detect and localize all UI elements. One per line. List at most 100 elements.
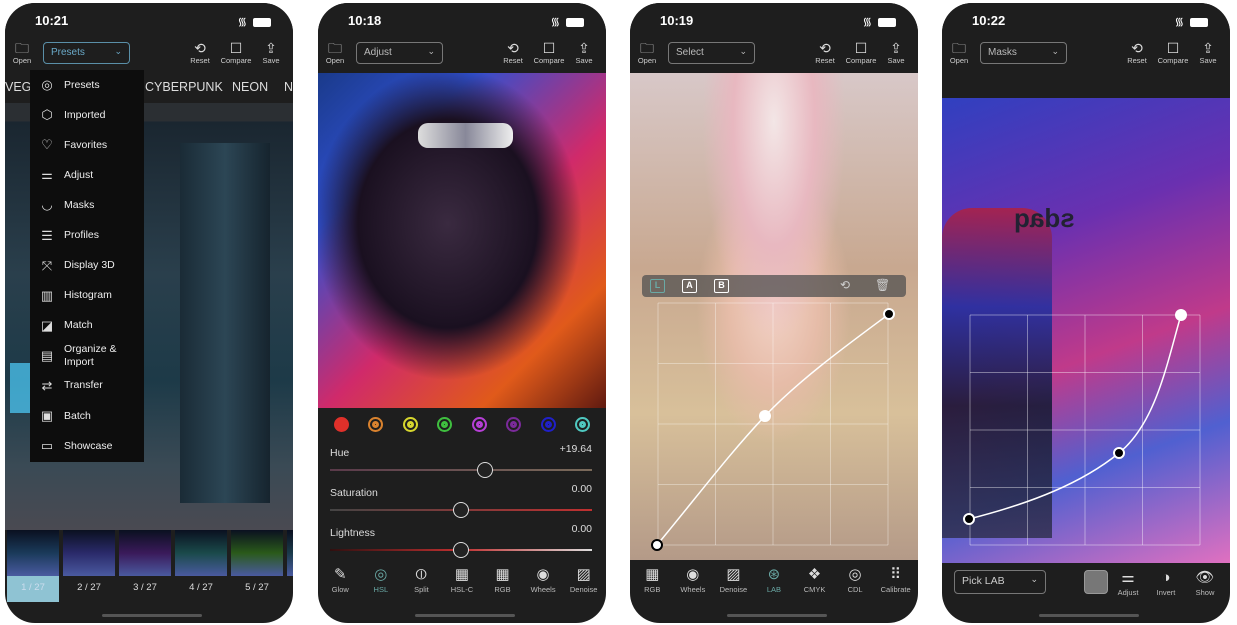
tool-cdl[interactable]: ◎ CDL: [837, 565, 873, 605]
compare-button[interactable]: ☐ Compare: [844, 40, 878, 65]
reset-button[interactable]: ⟲ Reset: [1120, 40, 1154, 65]
preset-tab[interactable]: VEG: [5, 80, 31, 94]
menu-item-match[interactable]: ◪ Match: [30, 311, 144, 341]
mode-dropdown-label: Adjust: [364, 47, 392, 58]
preset-thumbnail[interactable]: 2 / 27: [63, 530, 115, 602]
wifi-icon: ᯾: [550, 16, 562, 28]
reset-button[interactable]: ⟲ Reset: [808, 40, 842, 65]
slider-knob[interactable]: [453, 502, 469, 518]
color-swatch[interactable]: [506, 416, 522, 432]
preset-tab[interactable]: NEON: [232, 80, 268, 94]
open-button[interactable]: 🗀 Open: [318, 40, 352, 65]
mode-dropdown[interactable]: Adjust ⌄: [356, 42, 443, 64]
curve-point[interactable]: [651, 539, 663, 551]
compare-button[interactable]: ☐ Compare: [1156, 40, 1190, 65]
tool-denoise[interactable]: ▨ Denoise: [715, 565, 751, 605]
preset-tab[interactable]: CYBERPUNK: [145, 80, 223, 94]
adjust-button[interactable]: ⚌ Adjust: [1110, 568, 1146, 597]
denoise-icon: ▨: [576, 566, 591, 583]
menu-item-display-3d[interactable]: ⤧ Display 3D: [30, 251, 144, 281]
menu-item-masks[interactable]: ◡ Masks: [30, 190, 144, 220]
channel-b-button[interactable]: B: [714, 279, 729, 293]
compare-button[interactable]: ☐ Compare: [532, 40, 566, 65]
color-swatch[interactable]: [402, 416, 418, 432]
open-button[interactable]: 🗀 Open: [630, 40, 664, 65]
channel-a-button[interactable]: A: [682, 279, 697, 293]
reset-button[interactable]: ⟲ Reset: [496, 40, 530, 65]
preset-thumbnail[interactable]: 1 / 27: [7, 530, 59, 602]
curve-point[interactable]: [1175, 309, 1187, 321]
color-swatch[interactable]: [471, 416, 487, 432]
tool-rgb[interactable]: ▦ RGB: [485, 565, 521, 605]
save-button[interactable]: ⇪ Save: [879, 40, 913, 65]
preset-thumbnail[interactable]: 4 / 27: [175, 530, 227, 602]
menu-item-transfer[interactable]: ⇄ Transfer: [30, 371, 144, 401]
slider-track[interactable]: [330, 469, 592, 471]
open-button[interactable]: 🗀 Open: [942, 40, 976, 65]
menu-item-presets[interactable]: ◎ Presets: [30, 70, 144, 100]
menu-item-imported[interactable]: ⬡ Imported: [30, 100, 144, 130]
mask-color-swatch[interactable]: [1084, 570, 1108, 594]
tool-split[interactable]: ⦶ Split: [403, 565, 439, 605]
preset-thumbnails: 1 / 27 2 / 27 3 / 27 4 / 27 5 / 27 6: [5, 530, 293, 602]
tool-wheels[interactable]: ◉ Wheels: [525, 565, 561, 605]
pick-lab-dropdown[interactable]: Pick LAB ⌄: [954, 570, 1046, 594]
color-swatch[interactable]: [575, 416, 591, 432]
mode-dropdown[interactable]: Select ⌄: [668, 42, 755, 64]
lab-curve-editor[interactable]: [630, 3, 918, 623]
slider-label: Saturation: [330, 487, 378, 499]
tool-denoise[interactable]: ▨ Denoise: [566, 565, 602, 605]
mode-dropdown[interactable]: Presets ⌄: [43, 42, 130, 64]
save-button[interactable]: ⇪ Save: [1191, 40, 1225, 65]
tool-label: HSL: [373, 585, 389, 594]
mode-dropdown-label: Masks: [988, 47, 1017, 58]
preset-thumbnail[interactable]: 5 / 27: [231, 530, 283, 602]
menu-item-favorites[interactable]: ♡ Favorites: [30, 130, 144, 160]
tool-wheels[interactable]: ◉ Wheels: [675, 565, 711, 605]
curve-point[interactable]: [883, 308, 895, 320]
tool-glow[interactable]: ✎ Glow: [322, 565, 358, 605]
menu-item-profiles[interactable]: ☰ Profiles: [30, 220, 144, 250]
tool-hsl-c[interactable]: ▦ HSL-C: [444, 565, 480, 605]
save-button[interactable]: ⇪ Save: [567, 40, 601, 65]
curve-point[interactable]: [1113, 447, 1125, 459]
preset-thumbnail[interactable]: 3 / 27: [119, 530, 171, 602]
menu-item-showcase[interactable]: ▭ Showcase: [30, 431, 144, 461]
phone-screen-presets: VEG CYBERPUNK NEON N ◎ Presets ⬡ Imported ♡ F…: [5, 3, 293, 623]
menu-item-histogram[interactable]: ▥ Histogram: [30, 281, 144, 311]
menu-item-batch[interactable]: ▣ Batch: [30, 401, 144, 431]
slider-knob[interactable]: [453, 542, 469, 558]
trash-icon[interactable]: 🗑: [875, 278, 890, 292]
invert-button[interactable]: ◑ Invert: [1148, 568, 1184, 597]
compare-label: Compare: [1157, 56, 1189, 65]
mode-dropdown[interactable]: Masks ⌄: [980, 42, 1067, 64]
calibrate-icon: ⠿: [890, 566, 902, 583]
curve-point[interactable]: [759, 410, 771, 422]
top-toolbar: 🗀 Open ⟲ Reset ☐ Compare ⇪ Save Select ⌄: [630, 38, 918, 73]
reset-curve-icon[interactable]: ⟲: [840, 278, 850, 292]
preset-tab[interactable]: N: [284, 80, 293, 94]
tool-rgb[interactable]: ▦ RGB: [634, 565, 670, 605]
color-swatch[interactable]: [333, 416, 349, 432]
cube-icon: ⬡: [41, 107, 53, 123]
save-button[interactable]: ⇪ Save: [254, 40, 288, 65]
color-swatch[interactable]: [540, 416, 556, 432]
tool-hsl[interactable]: ◎ HSL: [363, 565, 399, 605]
menu-item-organize-import[interactable]: ▤ Organize & Import: [30, 341, 144, 371]
color-swatch[interactable]: [437, 416, 453, 432]
tool-lab[interactable]: ⊛ LAB: [756, 565, 792, 605]
menu-item-adjust[interactable]: ⚌ Adjust: [30, 160, 144, 190]
color-swatch[interactable]: [368, 416, 384, 432]
slider-knob[interactable]: [476, 462, 493, 478]
menu-item-label: Favorites: [64, 138, 108, 151]
open-button[interactable]: 🗀 Open: [5, 40, 39, 65]
compare-button[interactable]: ☐ Compare: [219, 40, 253, 65]
reset-button[interactable]: ⟲ Reset: [183, 40, 217, 65]
channel-l-button[interactable]: L: [650, 279, 665, 293]
tool-cmyk[interactable]: ❖ CMYK: [797, 565, 833, 605]
preset-thumbnail[interactable]: 6: [287, 530, 293, 602]
tool-calibrate[interactable]: ⠿ Calibrate: [878, 565, 914, 605]
show-button[interactable]: 👁 Show: [1187, 568, 1223, 597]
mask-curve-editor[interactable]: [942, 3, 1230, 623]
curve-point[interactable]: [963, 513, 975, 525]
